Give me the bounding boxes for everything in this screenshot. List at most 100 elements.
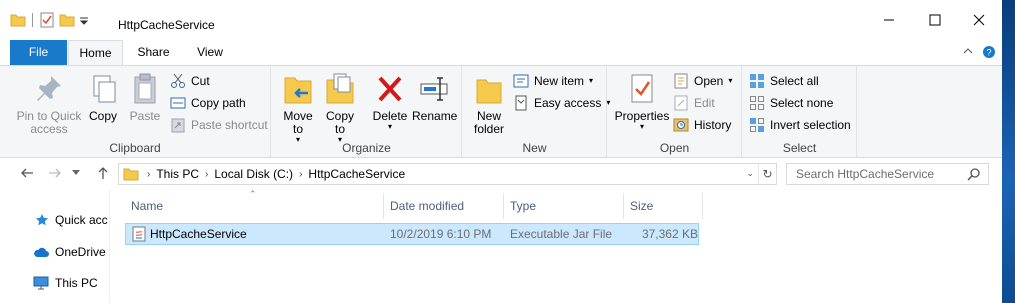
- copy-button[interactable]: Copy: [88, 72, 118, 123]
- pin-to-quick-access-button[interactable]: Pin to Quick access: [14, 72, 84, 136]
- new-folder-label: New folder: [473, 109, 505, 136]
- group-organize: Move to ▾ Copy to ▾ Delete ▾ Rename Orga…: [272, 66, 462, 158]
- paste-icon: [134, 73, 156, 104]
- tab-view[interactable]: View: [184, 40, 236, 65]
- search-box[interactable]: Search HttpCacheService: [786, 163, 989, 185]
- breadcrumb-local-disk[interactable]: Local Disk (C:): [208, 167, 299, 181]
- group-open: Properties ▾ Open ▾ Edit History Open: [608, 66, 742, 158]
- history-button[interactable]: History: [673, 115, 731, 135]
- move-to-button[interactable]: Move to ▾: [280, 72, 316, 144]
- desktop-background: [1002, 0, 1015, 303]
- tab-home[interactable]: Home: [68, 40, 123, 66]
- cut-label: Cut: [191, 74, 210, 88]
- delete-button[interactable]: Delete ▾: [370, 72, 410, 131]
- table-row[interactable]: HttpCacheService 10/2/2019 6:10 PM Execu…: [125, 223, 699, 245]
- file-name[interactable]: HttpCacheService: [150, 224, 247, 244]
- nav-item-label: This PC: [55, 276, 98, 290]
- recent-locations-chevron-icon[interactable]: [72, 170, 80, 176]
- new-item-icon: [513, 74, 529, 88]
- customize-toolbar-chevron-icon[interactable]: [79, 12, 89, 28]
- nav-item-onedrive[interactable]: OneDrive: [33, 242, 106, 262]
- cloud-icon: [34, 247, 49, 257]
- properties-button[interactable]: Properties ▾: [614, 72, 670, 131]
- properties-dropdown-arrow-icon: ▾: [639, 122, 644, 131]
- select-all-button[interactable]: Select all: [749, 71, 819, 91]
- open-dropdown-arrow-icon: ▾: [728, 76, 733, 85]
- collapse-ribbon-chevron-icon[interactable]: [962, 45, 974, 57]
- new-folder-icon[interactable]: [59, 12, 75, 28]
- tab-share[interactable]: Share: [127, 40, 180, 65]
- folder-icon: [10, 14, 26, 27]
- open-label: Open: [694, 74, 724, 88]
- copy-label: Copy: [88, 109, 117, 123]
- copy-path-button[interactable]: Copy path: [170, 93, 246, 113]
- group-select: Select all Select none Invert selection …: [743, 66, 857, 158]
- quick-access-toolbar: [10, 12, 89, 28]
- back-arrow-icon[interactable]: [20, 166, 34, 180]
- rename-icon: [420, 77, 448, 101]
- paste-shortcut-label: Paste shortcut: [191, 118, 268, 132]
- history-icon: [673, 118, 689, 132]
- rename-button[interactable]: Rename: [412, 72, 457, 123]
- nav-item-label: OneDrive: [55, 245, 106, 259]
- properties-icon: [631, 74, 653, 103]
- column-header-name[interactable]: Name: [125, 193, 384, 219]
- nav-item-quick-access[interactable]: Quick acc: [35, 210, 108, 230]
- tab-file[interactable]: File: [10, 40, 67, 65]
- properties-check-icon[interactable]: [39, 12, 55, 28]
- address-history-chevron-icon[interactable]: ⌄: [746, 168, 754, 179]
- paste-shortcut-button[interactable]: Paste shortcut: [170, 115, 268, 135]
- new-folder-large-icon: [476, 79, 502, 104]
- delete-dropdown-arrow-icon: ▾: [387, 122, 392, 131]
- breadcrumb-this-pc[interactable]: This PC: [150, 167, 205, 181]
- group-label-new: New: [522, 141, 547, 155]
- select-all-label: Select all: [770, 74, 819, 88]
- explorer-window: HttpCacheService File Home Share View ? …: [0, 0, 1002, 303]
- copy-path-icon: [170, 97, 186, 109]
- address-bar[interactable]: › This PC › Local Disk (C:) › HttpCacheS…: [118, 163, 777, 185]
- scissors-icon: [171, 73, 185, 88]
- address-folder-icon: [123, 168, 139, 181]
- maximize-button[interactable]: [912, 0, 958, 40]
- open-button[interactable]: Open ▾: [673, 71, 732, 91]
- new-item-button[interactable]: New item ▾: [513, 71, 593, 91]
- close-button[interactable]: [956, 0, 1002, 40]
- select-none-label: Select none: [770, 96, 834, 110]
- star-icon: [36, 214, 48, 226]
- file-date-modified: 10/2/2019 6:10 PM: [390, 227, 492, 241]
- column-header-size[interactable]: Size: [624, 193, 703, 219]
- history-label: History: [694, 118, 732, 132]
- minimize-button[interactable]: [866, 0, 912, 40]
- select-none-button[interactable]: Select none: [749, 93, 833, 113]
- group-label-select: Select: [782, 141, 817, 155]
- computer-icon: [33, 276, 49, 290]
- pin-icon: [37, 76, 61, 101]
- nav-item-label: Quick acc: [55, 213, 108, 227]
- column-header-date-modified[interactable]: Date modified: [384, 193, 504, 219]
- navigation-bar: › This PC › Local Disk (C:) › HttpCacheS…: [0, 158, 1002, 190]
- copy-to-icon: [326, 73, 354, 104]
- refresh-icon[interactable]: ↻: [758, 164, 776, 184]
- group-label-organize: Organize: [342, 141, 391, 155]
- ribbon-tabs: File Home Share View ?: [0, 40, 1002, 66]
- column-header-type[interactable]: Type: [504, 193, 624, 219]
- forward-arrow-icon[interactable]: [48, 166, 62, 180]
- new-folder-button[interactable]: New folder: [471, 72, 507, 136]
- help-icon[interactable]: ?: [982, 45, 996, 59]
- paste-button[interactable]: Paste: [128, 72, 162, 123]
- invert-selection-button[interactable]: Invert selection: [749, 115, 851, 135]
- easy-access-button[interactable]: Easy access ▾: [513, 93, 610, 113]
- edit-label: Edit: [694, 96, 715, 110]
- paste-shortcut-icon: [171, 118, 185, 133]
- nav-item-this-pc[interactable]: This PC: [33, 273, 98, 293]
- cut-button[interactable]: Cut: [170, 71, 210, 91]
- breadcrumb-current-folder[interactable]: HttpCacheService: [302, 167, 411, 181]
- select-none-icon: [750, 96, 764, 110]
- copy-icon: [93, 75, 116, 103]
- title-bar: HttpCacheService: [0, 0, 1002, 40]
- copy-to-button[interactable]: Copy to ▾: [322, 72, 358, 144]
- up-arrow-icon[interactable]: [96, 166, 110, 180]
- close-icon: [973, 14, 985, 26]
- navigation-pane: Quick acc OneDrive This PC: [0, 190, 110, 303]
- edit-button[interactable]: Edit: [673, 93, 715, 113]
